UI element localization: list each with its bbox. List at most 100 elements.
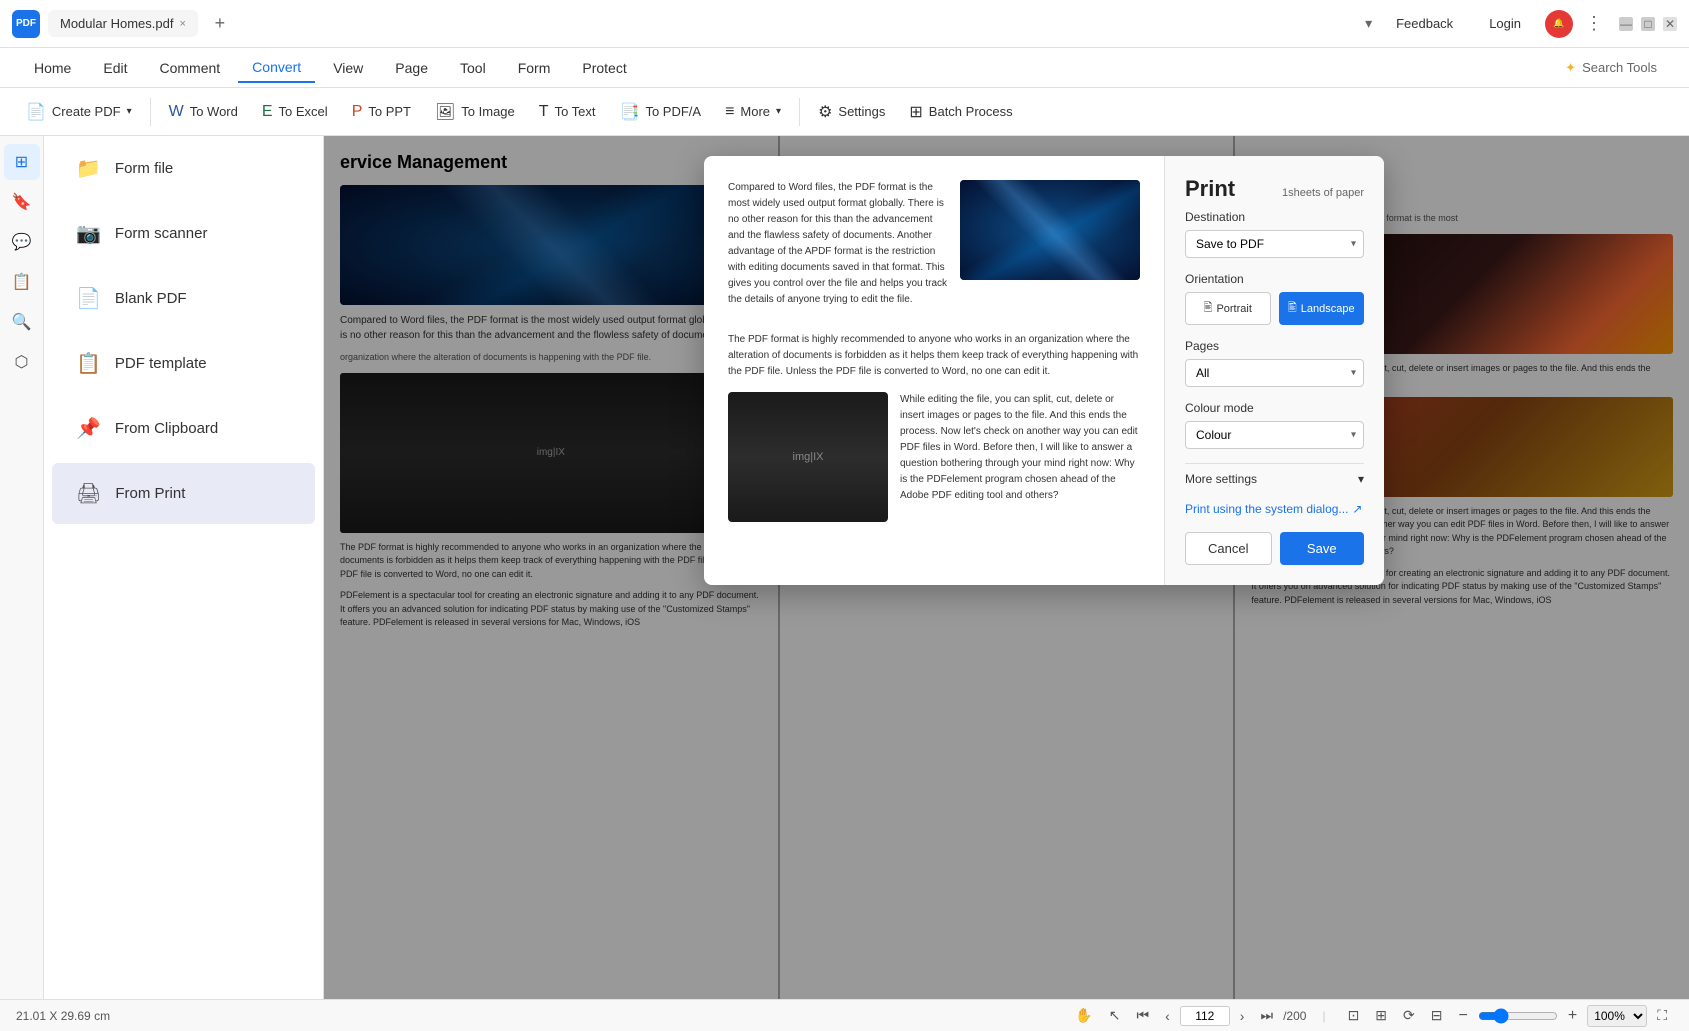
pages-select[interactable]: All [1185,359,1364,387]
more-settings-row[interactable]: More settings ▾ [1185,463,1364,494]
pdf-template-icon: 📋 [76,351,101,376]
to-ppt-icon: P [352,103,363,121]
blank-pdf-icon: 📄 [76,286,101,311]
new-tab-button[interactable]: + [206,10,234,38]
blank-pdf-label: Blank PDF [115,290,187,307]
landscape-button[interactable]: 🖺 Landscape [1279,292,1365,325]
left-panel: 📁 Form file 📷 Form scanner 📄 Blank PDF 📋… [44,136,324,999]
close-tab-icon[interactable]: × [179,18,185,30]
maximize-button[interactable]: □ [1641,17,1655,31]
sidebar-icon-thumbnails[interactable]: 🔖 [4,184,40,220]
create-pdf-button[interactable]: 📄 Create PDF ▾ [16,96,142,128]
feedback-button[interactable]: Feedback [1384,12,1465,35]
external-link-icon: ↗ [1352,502,1362,516]
color-mode-select[interactable]: Colour [1185,421,1364,449]
to-ppt-label: To PPT [368,104,411,119]
more-options-icon[interactable]: ⋮ [1585,13,1603,34]
menu-comment[interactable]: Comment [145,54,234,82]
system-dialog-link[interactable]: Print using the system dialog... ↗ [1185,502,1364,516]
sidebar-icon-search[interactable]: 🔍 [4,304,40,340]
panel-item-pdf-template[interactable]: 📋 PDF template [52,333,315,394]
portrait-icon: 🖹 [1204,299,1213,318]
create-pdf-label: Create PDF [52,104,121,119]
search-tools[interactable]: ✦ Search Tools [1553,56,1669,80]
settings-button[interactable]: ⚙ Settings [808,96,895,128]
first-page-icon[interactable]: ⏮ [1131,1005,1156,1026]
cursor-tool-icon[interactable]: ↖ [1103,1005,1127,1026]
to-text-icon: T [539,103,549,121]
zoom-select[interactable]: 100% 75% 50% 150% 200% [1587,1005,1647,1027]
sidebar-icon-panels[interactable]: ⊞ [4,144,40,180]
fit-width-icon[interactable]: ⊞ [1369,1005,1393,1026]
fullscreen-icon[interactable]: ⛶ [1651,1005,1673,1026]
destination-wrapper: Save to PDF ▾ [1185,230,1364,258]
more-settings-label: More settings [1185,472,1257,486]
batch-label: Batch Process [929,104,1013,119]
search-icon: ✦ [1565,60,1576,76]
last-page-icon[interactable]: ⏭ [1254,1005,1279,1026]
preview-image-1 [960,180,1140,280]
portrait-button[interactable]: 🖹 Portrait [1185,292,1271,325]
save-button[interactable]: Save [1280,532,1365,565]
print-dialog: Compared to Word files, the PDF format i… [704,156,1384,585]
from-print-label: From Print [115,485,185,502]
menu-view[interactable]: View [319,54,377,82]
landscape-label: Landscape [1301,303,1355,315]
menu-home[interactable]: Home [20,54,85,82]
statusbar: 21.01 X 29.69 cm ✋ ↖ ⏮ ‹ › ⏭ /200 | ⊡ ⊞ … [0,999,1689,1031]
menu-convert[interactable]: Convert [238,53,315,83]
to-image-button[interactable]: 🖼 To Image [425,96,525,128]
columns-icon[interactable]: ⊟ [1425,1005,1449,1026]
to-excel-button[interactable]: E To Excel [252,97,338,127]
next-page-icon[interactable]: › [1234,1006,1251,1026]
batch-process-button[interactable]: ⊞ Batch Process [899,96,1022,128]
panel-item-form-scanner[interactable]: 📷 Form scanner [52,203,315,264]
to-image-icon: 🖼 [435,102,455,122]
menu-page[interactable]: Page [381,54,442,82]
batch-icon: ⊞ [909,102,922,122]
to-text-label: To Text [555,104,596,119]
dropdown-icon[interactable]: ▾ [1365,15,1372,32]
panel-item-blank-pdf[interactable]: 📄 Blank PDF [52,268,315,329]
to-text-button[interactable]: T To Text [529,97,606,127]
login-button[interactable]: Login [1477,12,1533,35]
minimize-button[interactable]: — [1619,17,1633,31]
active-tab[interactable]: Modular Homes.pdf × [48,10,198,37]
sidebar-icon-pages[interactable]: 📋 [4,264,40,300]
panel-item-form-file[interactable]: 📁 Form file [52,138,315,199]
prev-page-icon[interactable]: ‹ [1159,1006,1176,1026]
hand-tool-icon[interactable]: ✋ [1069,1005,1098,1026]
panel-item-from-print[interactable]: 🖨 From Print [52,463,315,524]
sidebar-icon-comments[interactable]: 💬 [4,224,40,260]
rotate-icon[interactable]: ⟳ [1397,1005,1421,1026]
menu-form[interactable]: Form [504,54,565,82]
avatar: 🔔 [1545,10,1573,38]
close-button[interactable]: ✕ [1663,17,1677,31]
zoom-in-icon[interactable]: + [1562,1005,1583,1027]
search-tools-label: Search Tools [1582,60,1657,75]
zoom-slider[interactable] [1478,1008,1558,1024]
form-file-icon: 📁 [76,156,101,181]
page-number-input[interactable] [1180,1006,1230,1026]
sidebar-icon-tools[interactable]: ⬡ [4,344,40,380]
cancel-button[interactable]: Cancel [1185,532,1272,565]
to-pdfa-icon: 📑 [620,102,640,122]
sheets-info: 1sheets of paper [1282,187,1364,199]
to-ppt-button[interactable]: P To PPT [342,97,421,127]
more-label: More [740,104,770,119]
pdf-area: ervice Management Compared to Word files… [324,136,1689,999]
menu-protect[interactable]: Protect [568,54,640,82]
more-dropdown-icon: ▾ [776,106,781,117]
menu-tool[interactable]: Tool [446,54,500,82]
to-pdfa-button[interactable]: 📑 To PDF/A [610,96,712,128]
zoom-out-icon[interactable]: − [1453,1005,1474,1027]
more-button[interactable]: ≡ More ▾ [715,97,791,127]
to-pdfa-label: To PDF/A [645,104,701,119]
panel-item-from-clipboard[interactable]: 📌 From Clipboard [52,398,315,459]
preview-text-2: The PDF format is highly recommended to … [728,332,1140,380]
menu-edit[interactable]: Edit [89,54,141,82]
fit-page-icon[interactable]: ⊡ [1342,1005,1366,1026]
to-word-button[interactable]: W To Word [159,97,248,127]
create-pdf-icon: 📄 [26,102,46,122]
destination-select[interactable]: Save to PDF [1185,230,1364,258]
